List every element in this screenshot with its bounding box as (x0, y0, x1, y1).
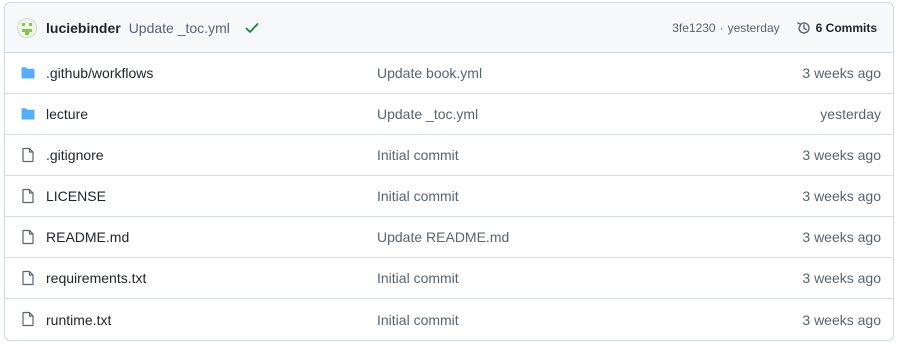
file-icon (20, 147, 36, 163)
author-avatar[interactable] (17, 17, 37, 38)
folder-icon (20, 106, 36, 122)
file-commit-time: 3 weeks ago (802, 311, 881, 328)
file-name-link[interactable]: README.md (46, 229, 129, 245)
file-row[interactable]: .github/workflows Update book.yml 3 week… (5, 53, 893, 94)
file-icon (20, 311, 36, 327)
commit-time: yesterday (727, 20, 780, 35)
file-commit-time: 3 weeks ago (802, 147, 881, 163)
commit-author-link[interactable]: luciebinder (46, 20, 121, 36)
file-icon (20, 229, 36, 245)
file-commit-message[interactable]: Initial commit (377, 270, 459, 286)
folder-icon (20, 65, 36, 81)
commit-sha-link[interactable]: 3fe1230 (672, 21, 715, 35)
commits-count: 6 Commits (815, 20, 877, 35)
file-row[interactable]: lecture Update _toc.yml yesterday (5, 94, 893, 135)
file-commit-message[interactable]: Update _toc.yml (377, 106, 478, 122)
file-icon (20, 188, 36, 204)
file-commit-message[interactable]: Initial commit (377, 312, 459, 328)
file-commit-message[interactable]: Update README.md (377, 229, 509, 245)
file-row[interactable]: runtime.txt Initial commit 3 weeks ago (5, 299, 893, 340)
check-icon[interactable] (244, 20, 260, 36)
file-commit-message[interactable]: Update book.yml (377, 65, 482, 81)
file-name-link[interactable]: requirements.txt (46, 270, 146, 286)
file-commit-message[interactable]: Initial commit (377, 147, 459, 163)
file-browser: luciebinder Update _toc.yml 3fe1230 · ye… (4, 2, 894, 341)
file-row[interactable]: requirements.txt Initial commit 3 weeks … (5, 258, 893, 299)
file-name-link[interactable]: .github/workflows (46, 65, 153, 81)
file-name-link[interactable]: LICENSE (46, 188, 106, 204)
file-icon (20, 270, 36, 286)
file-commit-time: yesterday (820, 106, 881, 122)
file-list: .github/workflows Update book.yml 3 week… (5, 53, 893, 340)
commit-message-link[interactable]: Update _toc.yml (129, 20, 230, 36)
separator-dot: · (719, 20, 724, 35)
file-row[interactable]: .gitignore Initial commit 3 weeks ago (5, 135, 893, 176)
file-commit-message[interactable]: Initial commit (377, 188, 459, 204)
file-row[interactable]: LICENSE Initial commit 3 weeks ago (5, 176, 893, 217)
commits-history-link[interactable]: 6 Commits (796, 20, 877, 36)
history-icon (796, 20, 812, 36)
file-commit-time: 3 weeks ago (802, 270, 881, 286)
file-row[interactable]: README.md Update README.md 3 weeks ago (5, 217, 893, 258)
file-commit-time: 3 weeks ago (802, 188, 881, 204)
file-name-link[interactable]: lecture (46, 106, 88, 122)
latest-commit-bar: luciebinder Update _toc.yml 3fe1230 · ye… (5, 3, 893, 53)
file-name-link[interactable]: .gitignore (46, 147, 104, 163)
file-commit-time: 3 weeks ago (802, 229, 881, 245)
file-commit-time: 3 weeks ago (802, 65, 881, 81)
file-name-link[interactable]: runtime.txt (46, 312, 111, 328)
